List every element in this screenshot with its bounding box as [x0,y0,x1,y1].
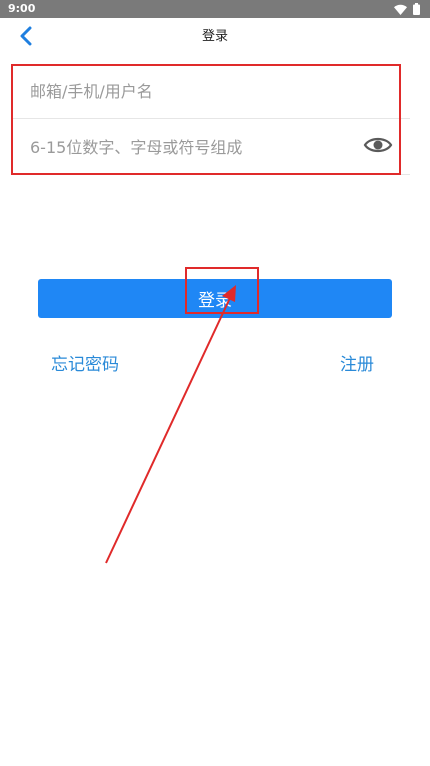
password-input[interactable] [30,119,360,175]
login-form [12,63,410,175]
login-button-label: 登录 [198,291,232,311]
login-button[interactable]: 登录 [38,279,392,318]
app-bar: 登录 [0,18,430,56]
login-screen: 9:00 登录 邮箱/手机/用户名 登录 忘记密码 注册 [0,0,430,766]
account-input[interactable] [30,63,360,119]
battery-icon [413,3,420,15]
wifi-icon [394,4,407,15]
status-icons [394,3,420,15]
show-password-toggle[interactable] [362,135,394,159]
status-bar: 9:00 [0,0,430,18]
account-field [12,63,410,119]
password-field [12,119,410,175]
register-link[interactable]: 注册 [340,350,374,375]
eye-icon [363,135,393,159]
forgot-password-link[interactable]: 忘记密码 [51,350,119,375]
page-title: 登录 [201,29,228,44]
status-time: 9:00 [8,2,36,15]
